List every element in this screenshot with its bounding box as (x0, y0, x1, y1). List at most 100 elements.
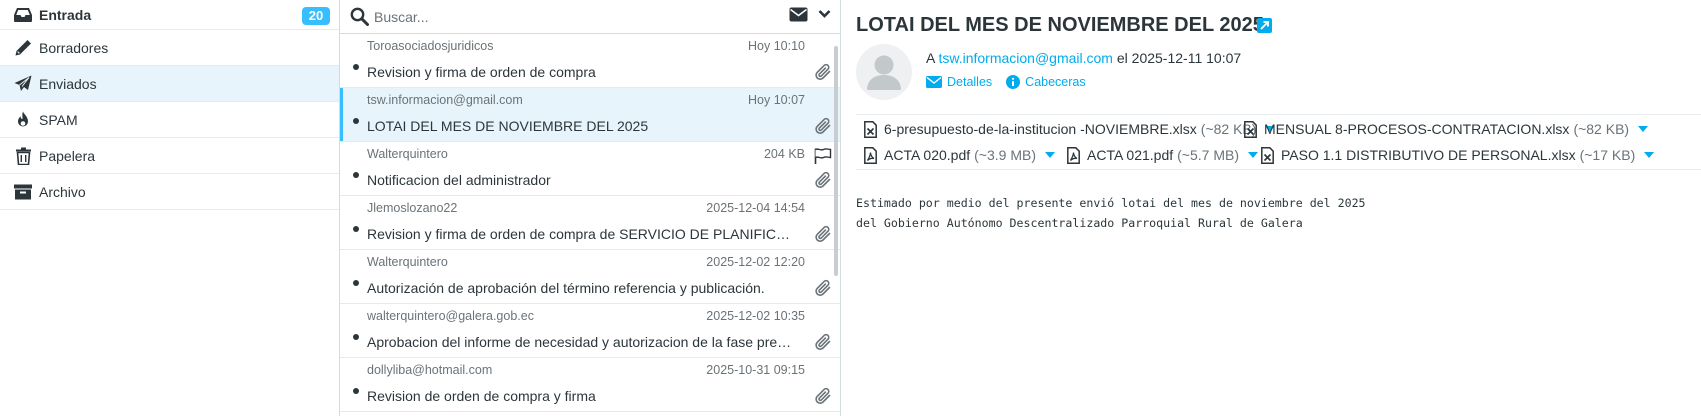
date-prefix: el (1116, 50, 1128, 66)
message-subject: Revision y firma de orden de compra (367, 64, 596, 80)
header-links: Detalles Cabeceras (926, 75, 1100, 89)
list-item[interactable]: Toroasociadosjuridicos Hoy 10:10 Revisio… (340, 34, 840, 88)
attachments-bar: 6-presupuesto-de-la-institucion -NOVIEMB… (856, 114, 1701, 170)
spreadsheet-file-icon (864, 120, 877, 138)
attachment-item[interactable]: 6-presupuesto-de-la-institucion -NOVIEMB… (864, 118, 1276, 140)
fire-icon (12, 109, 34, 131)
list-item[interactable]: Walterquintero 2025-12-02 12:20 Autoriza… (340, 250, 840, 304)
folder-sidebar: Entrada 20 Borradores Enviados SPAM Pape… (0, 0, 340, 416)
message-sender: Toroasociadosjuridicos (367, 39, 494, 53)
unread-dot (353, 388, 359, 394)
message-date: Hoy 10:07 (748, 93, 805, 107)
attachment-name: ACTA 021.pdf (1087, 147, 1174, 163)
list-item[interactable]: dollyliba@hotmail.com 2025-10-31 09:15 R… (340, 358, 840, 412)
message-view: LOTAI DEL MES DE NOVIEMBRE DEL 2025 A ts… (841, 0, 1701, 416)
pdf-file-icon (1067, 146, 1080, 164)
message-date: Hoy 10:10 (748, 39, 805, 53)
unread-dot (353, 64, 359, 70)
search-input[interactable] (374, 5, 754, 29)
message-date: 2025-12-04 14:54 (706, 201, 805, 215)
paperclip-icon (815, 279, 832, 297)
attachment-size: (~5.7 MB) (1177, 147, 1239, 163)
attachment-name: MENSUAL 8-PROCESOS-CONTRATACION.xlsx (1264, 121, 1570, 137)
folder-trash[interactable]: Papelera (0, 138, 339, 174)
to-label: A (926, 50, 935, 66)
caret-down-icon[interactable] (1045, 152, 1055, 158)
message-date: 2025-12-02 12:20 (706, 255, 805, 269)
folder-sent[interactable]: Enviados (0, 66, 339, 102)
headers-link[interactable]: Cabeceras (1006, 75, 1086, 89)
folder-archive[interactable]: Archivo (0, 174, 339, 210)
folder-inbox[interactable]: Entrada 20 (0, 0, 339, 30)
details-link[interactable]: Detalles (926, 75, 992, 89)
attachment-size: (~17 KB) (1579, 147, 1636, 163)
flag-icon[interactable] (814, 147, 832, 165)
message-sender: dollyliba@hotmail.com (367, 363, 493, 377)
message-subject: Revision de orden de compra y firma (367, 388, 596, 404)
folder-label: Borradores (39, 39, 109, 56)
attachment-item[interactable]: ACTA 020.pdf (~3.9 MB) (864, 144, 1055, 166)
folder-label: SPAM (39, 111, 78, 128)
message-sender: Jlemoslozano22 (367, 201, 458, 215)
open-in-new-window-icon[interactable] (1257, 18, 1272, 33)
info-icon (1006, 75, 1025, 89)
body-line: Estimado por medio del presente envió lo… (856, 196, 1366, 210)
envelope-icon (926, 76, 947, 88)
avatar (856, 44, 912, 100)
caret-down-icon[interactable] (1248, 152, 1258, 158)
attachment-item[interactable]: MENSUAL 8-PROCESOS-CONTRATACION.xlsx (~8… (1244, 118, 1649, 140)
attachment-size: (~82 KB) (1573, 121, 1630, 137)
message-date: 2025-12-02 10:35 (706, 309, 805, 323)
search-icon[interactable] (350, 7, 369, 26)
attachment-name: 6-presupuesto-de-la-institucion -NOVIEMB… (884, 121, 1197, 137)
message-sender: tsw.informacion@gmail.com (367, 93, 523, 107)
message-subject: Aprobacion del informe de necesidad y au… (367, 334, 795, 350)
pencil-icon (12, 37, 34, 59)
list-scrollbar[interactable] (834, 46, 838, 276)
message-subject: Notificacion del administrador (367, 172, 551, 188)
details-label: Detalles (947, 75, 993, 89)
attachment-size: (~3.9 MB) (974, 147, 1036, 163)
message-subject: Autorización de aprobación del término r… (367, 280, 765, 296)
attachment-item[interactable]: ACTA 021.pdf (~5.7 MB) (1067, 144, 1258, 166)
search-bar (340, 0, 840, 34)
message-subject: LOTAI DEL MES DE NOVIEMBRE DEL 2025 (367, 118, 649, 134)
caret-down-icon[interactable] (1638, 126, 1649, 132)
folder-label: Entrada (39, 6, 92, 23)
recipient-address[interactable]: tsw.informacion@gmail.com (938, 50, 1113, 66)
spreadsheet-file-icon (1244, 120, 1257, 138)
attachment-name: PASO 1.1 DISTRIBUTIVO DE PERSONAL.xlsx (1281, 147, 1576, 163)
message-sender: Walterquintero (367, 255, 448, 269)
folder-label: Archivo (39, 183, 86, 200)
paperclip-icon (815, 333, 832, 351)
folder-spam[interactable]: SPAM (0, 102, 339, 138)
unread-dot (353, 172, 359, 178)
trash-icon (12, 145, 34, 167)
message-size: 204 KB (763, 147, 805, 161)
message-body: Estimado por medio del presente envió lo… (856, 193, 1366, 233)
envelope-icon[interactable] (789, 7, 808, 22)
attachment-item[interactable]: PASO 1.1 DISTRIBUTIVO DE PERSONAL.xlsx (… (1261, 144, 1655, 166)
pdf-file-icon (864, 146, 877, 164)
message-subject: Revision y firma de orden de compra de S… (367, 226, 795, 242)
archive-box-icon (12, 181, 34, 203)
chevron-down-icon[interactable] (818, 9, 831, 19)
message-recipient-line: A tsw.informacion@gmail.com el 2025-12-1… (926, 50, 1241, 66)
inbox-icon (12, 4, 34, 26)
folder-drafts[interactable]: Borradores (0, 30, 339, 66)
message-date: 2025-10-31 09:15 (706, 363, 805, 377)
folder-label: Enviados (39, 75, 97, 92)
list-item[interactable]: Jlemoslozano22 2025-12-04 14:54 Revision… (340, 196, 840, 250)
message-sender: Walterquintero (367, 147, 448, 161)
unread-dot (353, 280, 359, 286)
caret-down-icon[interactable] (1644, 152, 1655, 158)
list-item[interactable]: Walterquintero 204 KB Notificacion del a… (340, 142, 840, 196)
message-list: Toroasociadosjuridicos Hoy 10:10 Revisio… (340, 0, 841, 416)
paperclip-icon (815, 387, 832, 405)
headers-label: Cabeceras (1025, 75, 1086, 89)
list-item[interactable]: tsw.informacion@gmail.com Hoy 10:07 LOTA… (340, 88, 840, 142)
paperclip-icon (815, 63, 832, 81)
unread-count-badge: 20 (302, 7, 330, 25)
message-title: LOTAI DEL MES DE NOVIEMBRE DEL 2025 (856, 14, 1264, 36)
list-item[interactable]: walterquintero@galera.gob.ec 2025-12-02 … (340, 304, 840, 358)
